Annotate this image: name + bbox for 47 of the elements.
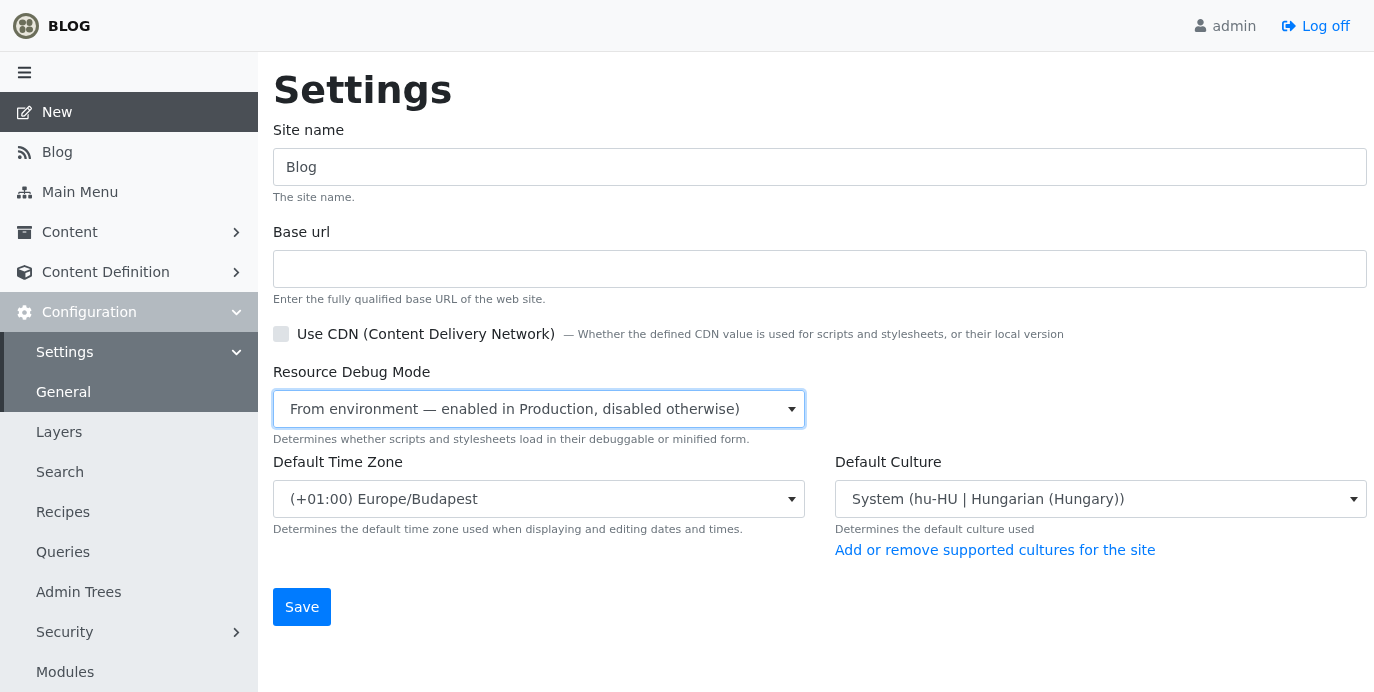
field-label: Site name [273, 122, 346, 138]
save-button[interactable]: Save [273, 588, 332, 626]
select-field[interactable]: (+01:00) Europe/Budapest [273, 480, 805, 518]
sidebar-item[interactable]: General [0, 372, 258, 412]
gear-icon [17, 304, 32, 320]
sidebar-item[interactable]: Content Definition [0, 252, 258, 292]
select-field[interactable]: System (hu-HU | Hungarian (Hungary)) [835, 480, 1367, 518]
menu-icon [17, 64, 32, 80]
sidebar-item[interactable]: Content [0, 212, 258, 252]
help-text: — Whether the defined CDN value is used for scripts and stylesheets, or their local version [563, 327, 1065, 341]
rss-icon [17, 144, 32, 160]
sidebar-item[interactable]: Settings [0, 332, 258, 372]
caret-icon [1350, 496, 1358, 502]
user-icon [1194, 19, 1208, 32]
help-text: Determines the default culture used [835, 523, 1036, 536]
chevron-right-icon [231, 266, 242, 278]
field-label: Default Culture [835, 454, 943, 470]
sidebar-item[interactable]: Main Menu [0, 172, 258, 212]
archive-icon [17, 224, 32, 240]
brand-name: BLOG [48, 17, 91, 34]
edit-icon [17, 104, 32, 120]
select-field[interactable]: From environment — enabled in Production, disabled otherwise) [273, 390, 805, 428]
logo-icon [12, 11, 40, 40]
cube-icon [17, 264, 32, 280]
sidebar-item[interactable]: New [0, 92, 258, 132]
checkbox[interactable] [273, 326, 289, 342]
input-field[interactable]: Blog [273, 148, 1367, 186]
help-text: Enter the fully qualified base URL of the web site. [273, 293, 547, 306]
sitemap-icon [17, 184, 32, 200]
sign-out-icon [1282, 18, 1297, 33]
help-text: Determines the default time zone used when displaying and editing dates and times. [273, 523, 745, 536]
sidebar-item[interactable]: Blog [0, 132, 258, 172]
field-label: Default Time Zone [273, 454, 404, 470]
help-text: The site name. [273, 191, 356, 204]
chevron-right-icon [231, 226, 242, 238]
cultures-link[interactable]: Add or remove supported cultures for the site [835, 542, 1367, 558]
chevron-right-icon [231, 626, 242, 638]
user-link[interactable]: admin [1194, 17, 1257, 34]
page-title: Settings [273, 68, 454, 112]
input-field[interactable] [273, 250, 1367, 288]
help-text: Determines whether scripts and stylesheets load in their debuggable or minified form. [273, 433, 751, 446]
checkbox-label: Use CDN (Content Delivery Network) [297, 326, 556, 342]
field-label: Resource Debug Mode [273, 364, 432, 380]
log-off-link[interactable]: Log off [1282, 17, 1350, 34]
field-label: Base url [273, 224, 332, 240]
caret-icon [788, 406, 796, 412]
caret-icon [788, 496, 796, 502]
